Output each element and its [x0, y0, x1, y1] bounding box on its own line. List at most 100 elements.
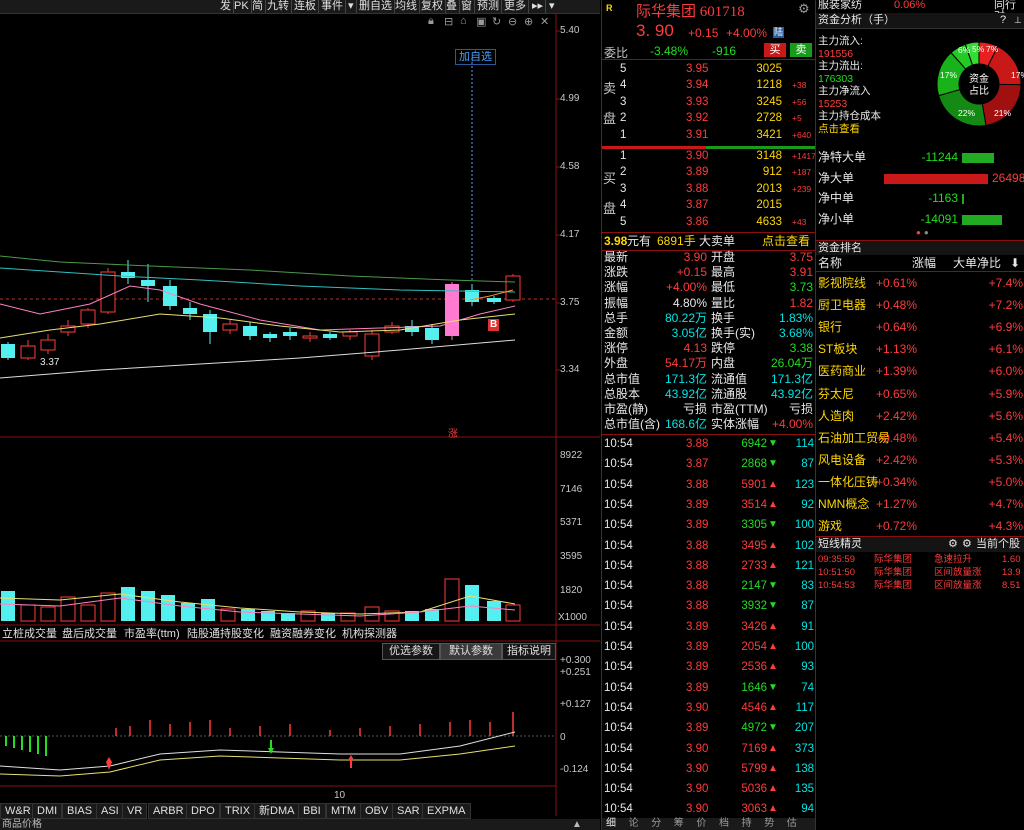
quote-tab[interactable]: 细 [606, 818, 616, 830]
sector-name[interactable]: 服装家纺 [818, 0, 862, 11]
sector-ranking-header: 资金排名 [816, 241, 1024, 255]
buy-button[interactable]: 买 [764, 43, 786, 57]
quote-tab[interactable]: 分 [651, 818, 661, 830]
sector-name[interactable]: 风电设备 [818, 449, 866, 471]
quote-tab[interactable]: 持 [742, 818, 752, 830]
default-params-button[interactable]: 默认参数 [440, 643, 502, 660]
sprite-stock[interactable]: 际华集团 [874, 580, 912, 592]
sector-row[interactable]: 影视院线 +0.61% +7.4% [816, 272, 1024, 294]
tab-bias[interactable]: BIAS [62, 803, 98, 819]
sector-row[interactable]: 医药商业 +1.39% +6.0% [816, 360, 1024, 382]
toolbar-item-adjust[interactable]: 复权 [419, 0, 446, 13]
quote-tab[interactable]: 价 [696, 818, 706, 830]
sort-down-icon[interactable]: ⬇ [1010, 255, 1020, 271]
holding-cost-link[interactable]: 点击查看 [818, 123, 928, 136]
tab-indicator[interactable]: 融资融券变化 [270, 627, 336, 641]
fund-analysis-header: 资金分析（手） ? ⊥ [816, 13, 1024, 29]
sector-name[interactable]: 银行 [818, 316, 842, 338]
tab-indicator[interactable]: 盘后成交量 [62, 627, 117, 641]
quote-tab[interactable]: 论 [629, 818, 639, 830]
optimal-params-button[interactable]: 优选参数 [382, 643, 440, 660]
sector-row[interactable]: 厨卫电器 +0.48% +7.2% [816, 294, 1024, 316]
settings-gear-icon[interactable]: ⚙ [798, 1, 810, 17]
quote-tab[interactable]: 估 [787, 818, 797, 830]
toolbar-item-events[interactable]: 事件 [319, 0, 346, 13]
sector-name[interactable]: NMN概念 [818, 493, 869, 515]
fund-summary: 主力流入: 191556 主力流出: 176303 主力净流入 15253 主力… [818, 35, 928, 135]
sector-change: +2.42% [875, 408, 917, 423]
sprite-row[interactable]: 10:54:53 际华集团 区间放量涨 8.51 [818, 580, 1023, 592]
quote-tab[interactable]: 档 [719, 818, 729, 830]
tab-mtm[interactable]: MTM [326, 803, 362, 819]
tab-arbr[interactable]: ARBR [148, 803, 189, 819]
sector-name[interactable]: 医药商业 [818, 360, 866, 382]
tab-indicator[interactable]: 市盈率(ttm) [124, 627, 180, 641]
tab-sar[interactable]: SAR [392, 803, 425, 819]
sector-name[interactable]: 一体化压铸 [818, 471, 878, 493]
tab-indicator[interactable]: 立桩成交量 [2, 627, 57, 641]
toolbar-item-window[interactable]: 窗 [459, 0, 475, 13]
indicator-help-button[interactable]: 指标说明 [502, 643, 556, 660]
sector-name[interactable]: 影视院线 [818, 272, 866, 294]
tab-dpo[interactable]: DPO [186, 803, 220, 819]
tab-bbi[interactable]: BBI [298, 803, 326, 819]
tab-wr[interactable]: W&R [0, 803, 36, 819]
toolbar-item-forecast[interactable]: 预测 [475, 0, 502, 13]
sprite-stock[interactable]: 际华集团 [874, 567, 912, 579]
sector-row[interactable]: 游戏 +0.72% +4.3% [816, 515, 1024, 537]
sector-row[interactable]: 芬太尼 +0.65% +5.9% [816, 383, 1024, 405]
sector-row[interactable]: ST板块 +1.13% +6.1% [816, 338, 1024, 360]
sector-row[interactable]: NMN概念 +1.27% +4.7% [816, 493, 1024, 515]
sector-name[interactable]: 人造肉 [818, 405, 854, 427]
sector-name[interactable]: ST板块 [818, 338, 857, 360]
add-watch-label[interactable]: 加自选 [455, 49, 496, 65]
stats-row: 涨幅 +4.00% 最低 3.73 [602, 280, 815, 295]
toolbar-dropdown-icon[interactable]: ▾ [346, 0, 357, 13]
tab-indicator[interactable]: 陆股通持股变化 [187, 627, 264, 641]
pager-dots[interactable]: ●● [916, 228, 932, 237]
toolbar-item-simple[interactable]: 简 [250, 0, 266, 13]
tab-obv[interactable]: OBV [360, 803, 394, 819]
sector-row[interactable]: 一体化压铸 +0.34% +5.0% [816, 471, 1024, 493]
tab-indicator[interactable]: 机构探测器 [342, 627, 397, 641]
sprite-stock[interactable]: 际华集团 [874, 554, 912, 566]
big-order-link[interactable]: 点击查看 [762, 233, 810, 250]
price-axis-label: 4.99 [560, 93, 580, 104]
sprite-row[interactable]: 10:51:50 际华集团 区间放量涨 13.9 [818, 567, 1023, 579]
tab-dmi[interactable]: DMI [32, 803, 63, 819]
sector-name[interactable]: 芬太尼 [818, 383, 854, 405]
quote-tab[interactable]: 筹 [674, 818, 684, 830]
col-name[interactable]: 名称 [818, 255, 842, 271]
quote-tab[interactable]: 势 [764, 818, 774, 830]
tab-vr[interactable]: VR [122, 803, 148, 819]
pin-icon[interactable]: ▸▸ [530, 0, 547, 13]
sector-row[interactable]: 银行 +0.64% +6.9% [816, 316, 1024, 338]
pin-icon[interactable]: ⊥ [1014, 13, 1022, 28]
sprite-row[interactable]: 09:35:59 际华集团 急速拉升 1.60 [818, 554, 1023, 566]
toolbar-item-lianban[interactable]: 连板 [292, 0, 319, 13]
col-change[interactable]: 涨幅 [912, 255, 936, 271]
sprite-settings-icon[interactable]: ⚙ [948, 537, 958, 552]
help-icon[interactable]: ? [1000, 13, 1006, 28]
sector-row[interactable]: 石油加工贸易 +0.48% +5.4% [816, 427, 1024, 449]
menu-arrow-icon[interactable]: ▾ [547, 0, 557, 13]
toolbar-item-jiuzhuan[interactable]: 九转 [265, 0, 292, 13]
toolbar-item-more[interactable]: 更多 [502, 0, 529, 13]
sector-row[interactable]: 人造肉 +2.42% +5.6% [816, 405, 1024, 427]
col-bigorder[interactable]: 大单净比 [953, 255, 1001, 271]
tab-trix[interactable]: TRIX [220, 803, 256, 819]
tab-expma[interactable]: EXPMA [422, 803, 471, 819]
sell-button[interactable]: 卖 [790, 43, 812, 57]
toolbar-item-ma[interactable]: 均线 [393, 0, 420, 13]
toolbar-item-overlay[interactable]: 叠 [444, 0, 460, 13]
collapse-icon[interactable]: ▲ [572, 819, 582, 830]
toolbar-item-remove-watch[interactable]: 删自选 [357, 0, 395, 13]
sprite-filter-icon[interactable]: ⚙ [962, 537, 972, 552]
tab-new-dma[interactable]: 新DMA [254, 803, 300, 819]
sector-name[interactable]: 厨卫电器 [818, 294, 866, 316]
sector-name[interactable]: 游戏 [818, 515, 842, 537]
sector-row[interactable]: 风电设备 +2.42% +5.3% [816, 449, 1024, 471]
sprite-filter[interactable]: 当前个股 [976, 537, 1020, 552]
toolbar-item-pk[interactable]: PK [232, 0, 252, 13]
tab-asi[interactable]: ASI [96, 803, 124, 819]
